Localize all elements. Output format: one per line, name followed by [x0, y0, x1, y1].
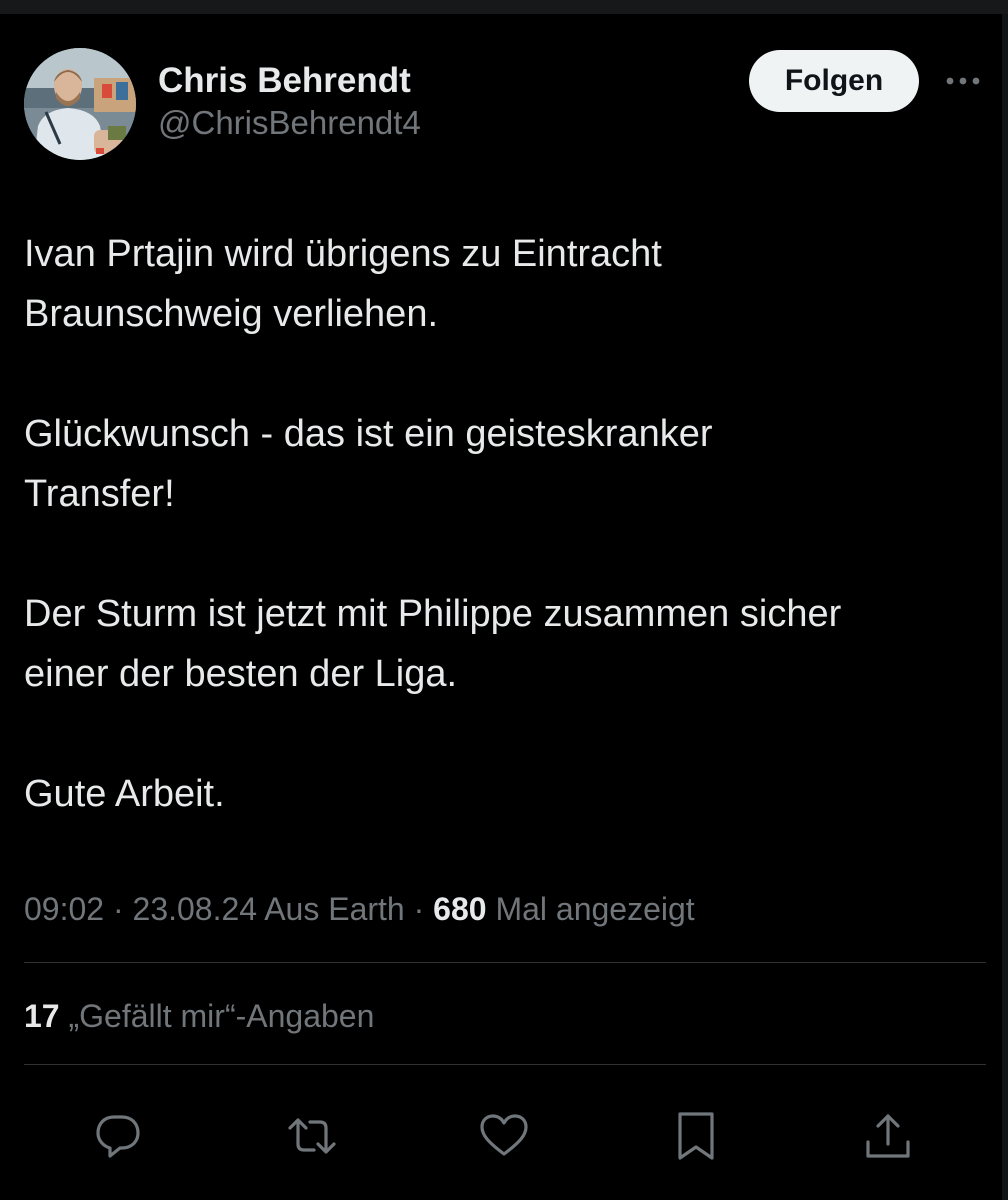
views-label[interactable]: Mal angezeigt — [495, 891, 694, 927]
author-handle[interactable]: @ChrisBehrendt4 — [158, 102, 421, 144]
more-horizontal-icon[interactable] — [942, 66, 984, 96]
tweet-date[interactable]: 23.08.24 — [133, 891, 258, 927]
follow-button[interactable]: Folgen — [749, 50, 919, 112]
share-icon[interactable] — [860, 1108, 916, 1164]
tweet-time[interactable]: 09:02 — [24, 891, 104, 927]
author-display-name[interactable]: Chris Behrendt — [158, 60, 421, 102]
meta-separator: · — [112, 891, 124, 927]
top-strip — [0, 0, 1008, 14]
bookmark-icon[interactable] — [668, 1108, 724, 1164]
tweet-meta: 09:02 · 23.08.24 Aus Earth · 680 Mal ang… — [24, 884, 695, 934]
meta-separator: · — [413, 891, 425, 927]
action-bar — [0, 1100, 1002, 1170]
tweet-card: Chris Behrendt @ChrisBehrendt4 Folgen Iv… — [0, 14, 1002, 1200]
tweet-paragraph: Gute Arbeit. — [24, 773, 225, 815]
author-info[interactable]: Chris Behrendt @ChrisBehrendt4 — [158, 60, 421, 144]
tweet-paragraph: Glückwunsch - das ist ein geisteskranker… — [24, 413, 713, 515]
reply-icon[interactable] — [90, 1108, 146, 1164]
likes-label[interactable]: „Gefällt mir“-Angaben — [68, 998, 374, 1034]
retweet-icon[interactable] — [284, 1108, 340, 1164]
avatar-photo — [24, 48, 136, 160]
likes-summary[interactable]: 17 „Gefällt mir“-Angaben — [24, 992, 374, 1040]
avatar[interactable] — [24, 48, 136, 160]
tweet-source: Aus Earth — [264, 891, 405, 927]
divider — [24, 1064, 986, 1065]
right-edge — [1002, 14, 1008, 1200]
tweet-paragraph: Ivan Prtajin wird übrigens zu Eintracht … — [24, 233, 662, 335]
views-count[interactable]: 680 — [433, 891, 486, 927]
tweet-paragraph: Der Sturm ist jetzt mit Philippe zusamme… — [24, 593, 842, 695]
likes-count[interactable]: 17 — [24, 998, 60, 1034]
tweet-text: Ivan Prtajin wird übrigens zu Eintracht … — [24, 224, 984, 884]
divider — [24, 962, 986, 963]
like-icon[interactable] — [476, 1108, 532, 1164]
